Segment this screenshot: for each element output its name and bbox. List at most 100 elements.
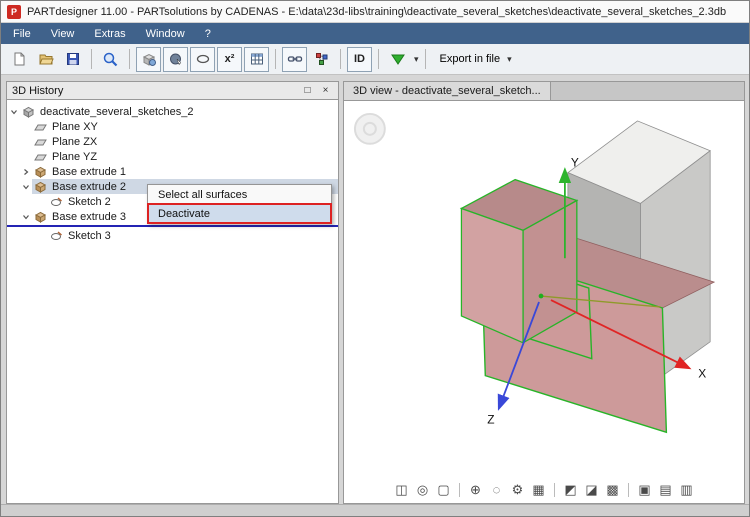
plane-icon [32,136,49,148]
plane-icon [32,151,49,163]
tree-item-plane-yz[interactable]: Plane YZ [7,149,338,164]
history-panel: 3D History □ × deactivate_several_sketch… [6,81,339,504]
new-page-icon [14,52,24,66]
id-button[interactable]: ID [347,46,372,72]
select-surface-button[interactable] [163,46,188,72]
history-panel-title: 3D History [12,84,64,97]
history-panel-header: 3D History □ × [6,81,339,100]
origin-point [538,293,544,299]
tree-item-label: Plane XY [52,120,98,133]
part-icon [20,106,37,118]
close-panel-button[interactable]: × [318,84,333,98]
tree-item-plane-xy[interactable]: Plane XY [7,119,338,134]
extrude-icon [32,181,49,193]
side-view-icon[interactable]: ▥ [678,481,695,498]
id-icon: ID [354,53,365,65]
zoom-button[interactable] [98,47,123,72]
ellipse-icon [196,54,209,64]
view-panel: 3D view - deactivate_several_sketch... Y… [343,81,745,504]
context-menu-item-select-all-surfaces[interactable]: Select all surfaces [148,185,331,204]
menu-help[interactable]: ? [195,23,221,44]
save-button[interactable] [60,47,85,72]
sketch-icon [48,196,65,208]
window-title: PARTdesigner 11.00 - PARTsolutions by CA… [27,5,727,18]
settings-gear-icon[interactable]: ⚙ [509,481,526,498]
zoom-icon[interactable]: ⊕ [467,481,484,498]
tree-item-label: Base extrude 1 [52,165,126,178]
save-floppy-icon [66,53,79,65]
pink-box-extrude-2 [459,178,579,344]
hiddenline-mode-icon[interactable]: ▩ [604,481,621,498]
chevron-down-icon[interactable] [7,108,20,116]
shaded-mode-icon[interactable]: ◩ [562,481,579,498]
partdesigner-window: { "window": { "icon_text": "P", "title":… [0,0,750,517]
context-menu-item-deactivate[interactable]: Deactivate [147,203,332,224]
color-dropdown-button[interactable] [385,47,410,72]
menu-extras[interactable]: Extras [84,23,135,44]
menu-bar: File View Extras Window ? [1,23,749,44]
history-tree: deactivate_several_sketches_2 Plane XY P… [6,100,339,504]
value-table-button[interactable] [244,46,269,72]
view-tab-bar: 3D view - deactivate_several_sketch... [343,81,745,100]
maximize-panel-button[interactable]: □ [300,84,315,98]
extrude-icon [32,166,49,178]
link-icon [287,56,302,62]
variables-button[interactable]: x² [217,46,242,72]
chevron-down-icon[interactable] [19,183,32,191]
viewport-3d[interactable]: Y X Z ◫ ◎ ▢ ⊕ ◌ ⚙ ▦ ◩ ◪ ▩ ▣ ▤ ▥ [343,100,745,504]
tree-item-sketch-3[interactable]: Sketch 3 [7,228,338,243]
view-cube-button[interactable] [136,46,161,72]
main-toolbar: x² ID ▾ Export in file ▾ [1,44,749,75]
menu-file[interactable]: File [3,23,41,44]
axis-x-label: X [698,367,706,381]
app-icon: P [7,4,21,19]
box-view-icon[interactable]: ▢ [435,481,452,498]
wireframe-mode-icon[interactable]: ◪ [583,481,600,498]
nav-sphere-ghost [353,112,386,145]
axis-z-label: Z [487,412,494,426]
tree-item-label: deactivate_several_sketches_2 [40,105,194,118]
cube-sphere-icon [142,53,156,66]
tree-item-base-extrude-1[interactable]: Base extrude 1 [7,164,338,179]
toolbar-separator [424,49,426,69]
menu-view[interactable]: View [41,23,85,44]
export-label: Export in file [439,53,501,65]
menu-window[interactable]: Window [136,23,195,44]
open-button[interactable] [33,47,58,72]
plane-icon [32,121,49,133]
chevron-down-icon[interactable] [19,213,32,221]
export-in-file-button[interactable]: Export in file ▾ [432,47,520,72]
toolbar-separator [91,49,92,69]
orbit-icon[interactable]: ◌ [488,481,505,498]
tree-item-label: Plane ZX [52,135,98,148]
tree-item-root[interactable]: deactivate_several_sketches_2 [7,104,338,119]
grid-icon[interactable]: ▦ [530,481,547,498]
magnifier-icon [103,52,118,66]
iso-view-icon[interactable]: ▣ [636,481,653,498]
tab-3d-view[interactable]: 3D view - deactivate_several_sketch... [344,82,551,100]
axis-y-label: Y [571,156,579,170]
tree-item-label: Sketch 3 [68,229,111,242]
main-content: 3D History □ × deactivate_several_sketch… [1,75,749,504]
sphere-view-icon[interactable]: ◎ [414,481,431,498]
sphere-cursor-icon [169,53,182,66]
link-button[interactable] [282,46,307,72]
context-menu: Select all surfaces Deactivate [147,184,332,224]
chevron-down-icon: ▾ [507,53,512,64]
open-folder-icon [38,54,54,65]
3d-scene[interactable]: Y X Z [344,101,744,503]
tree-item-label: Sketch 2 [68,195,111,208]
toolbar-separator [459,482,460,497]
ellipse-tool-button[interactable] [190,46,215,72]
status-bar [1,504,749,516]
chevron-down-icon[interactable]: ▾ [414,54,419,65]
chevron-right-icon[interactable] [19,168,32,176]
relations-button[interactable] [309,47,334,72]
toolbar-separator [628,482,629,497]
toolbar-separator [554,482,555,497]
front-view-icon[interactable]: ▤ [657,481,674,498]
new-button[interactable] [6,47,31,72]
tree-item-label: Base extrude 3 [52,210,126,223]
tree-item-plane-zx[interactable]: Plane ZX [7,134,338,149]
fit-view-icon[interactable]: ◫ [393,481,410,498]
